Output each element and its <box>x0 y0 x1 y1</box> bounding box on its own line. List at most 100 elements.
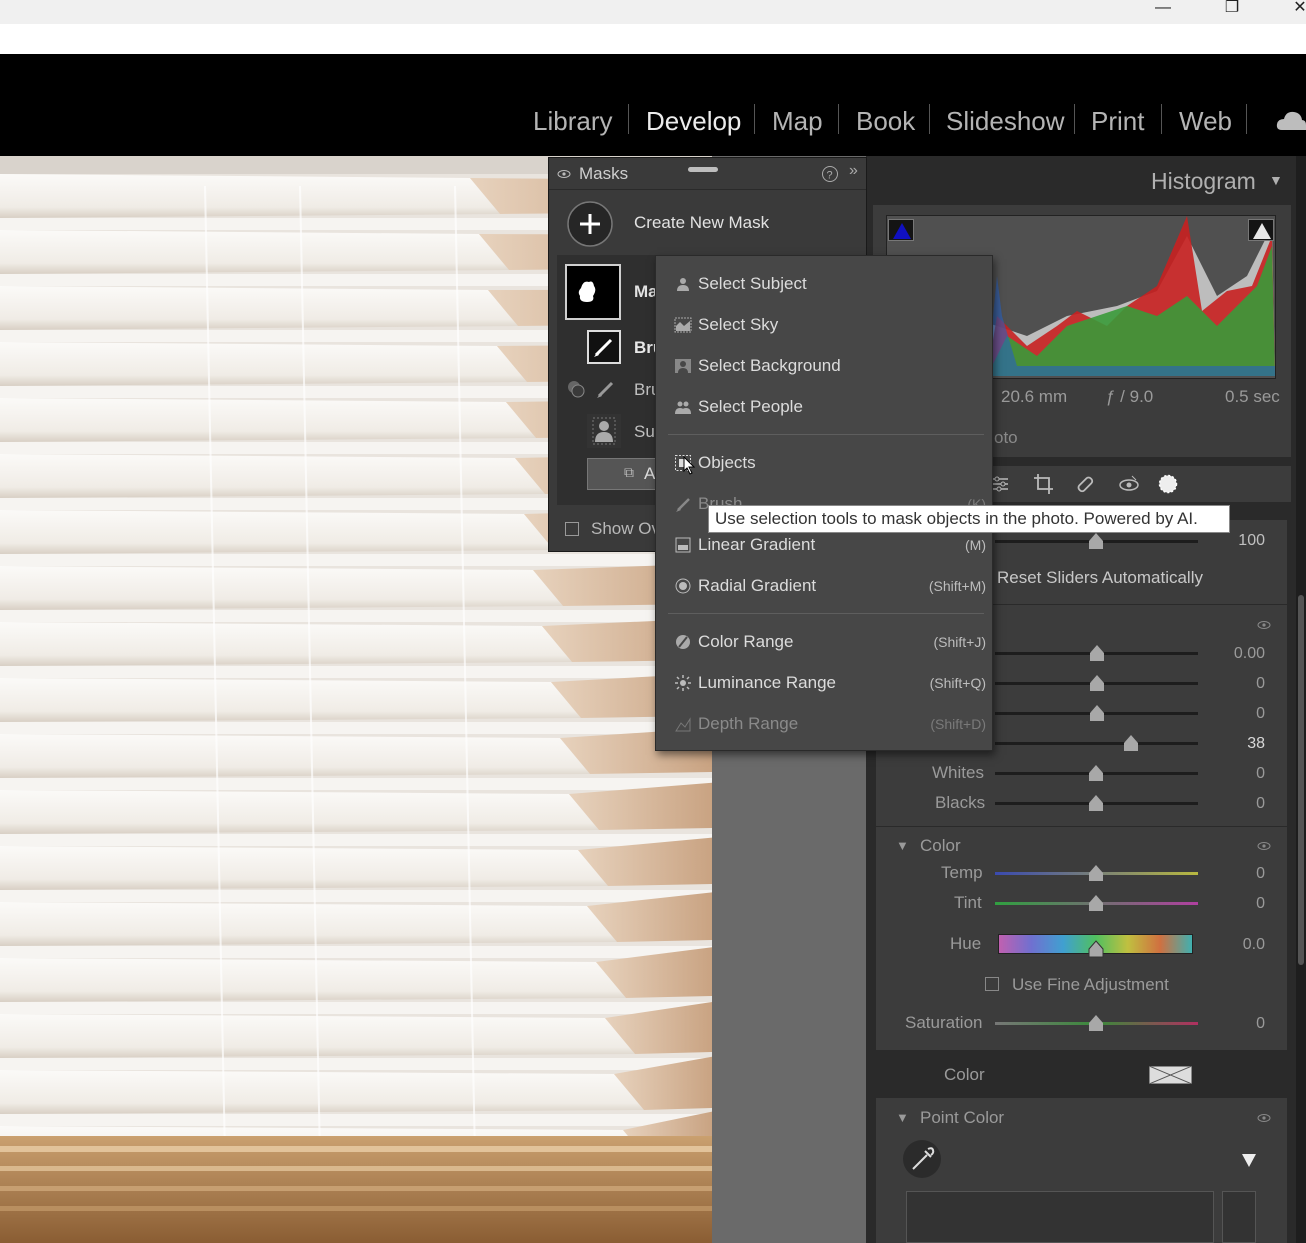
restore-icon[interactable]: ❐ <box>1212 0 1252 18</box>
menu-item-label: Linear Gradient <box>698 535 816 554</box>
fine-adjustment-checkbox[interactable] <box>985 977 999 991</box>
minimize-icon[interactable]: — <box>1143 0 1183 18</box>
light-slider-value[interactable]: 38 <box>1215 735 1265 753</box>
eye-icon[interactable] <box>557 169 571 179</box>
visibility-eye-icon[interactable] <box>1257 1113 1271 1123</box>
reset-sliders-label[interactable]: Reset Sliders Automatically <box>997 568 1203 588</box>
show-overlay-checkbox[interactable] <box>565 522 579 536</box>
light-slider-thumb[interactable] <box>1123 734 1139 752</box>
histogram-title[interactable]: Histogram <box>1151 168 1256 195</box>
highlight-clipping-icon[interactable] <box>1248 219 1274 241</box>
light-slider-value[interactable]: 0 <box>1215 675 1265 693</box>
menu-item-color-range[interactable]: Color Range (Shift+J) <box>674 630 986 656</box>
light-slider-value[interactable]: 0 <box>1215 705 1265 723</box>
color-swatch-icon[interactable] <box>1149 1066 1192 1084</box>
blind-gap <box>0 778 712 790</box>
healing-icon[interactable] <box>1075 474 1095 494</box>
amount-slider-thumb[interactable] <box>1088 532 1104 550</box>
red-eye-icon[interactable] <box>1118 474 1140 494</box>
histogram-collapse-icon[interactable]: ▼ <box>1269 172 1283 188</box>
menu-item-label: Radial Gradient <box>698 576 817 595</box>
blind-gap <box>0 722 712 734</box>
menu-divider <box>668 434 984 435</box>
edit-sliders-icon[interactable] <box>990 474 1010 494</box>
fine-adjustment-label[interactable]: Use Fine Adjustment <box>1012 975 1169 995</box>
module-library[interactable]: Library <box>533 106 612 137</box>
brush-icon <box>594 338 613 357</box>
tint-slider-thumb[interactable] <box>1088 894 1104 912</box>
subtract-icon[interactable] <box>565 378 587 400</box>
point-color-add[interactable] <box>1222 1191 1256 1243</box>
whites-value[interactable]: 0 <box>1215 765 1265 783</box>
light-slider-value[interactable]: 0.00 <box>1215 645 1265 663</box>
blind-slat <box>0 846 608 890</box>
subject-component-thumb[interactable] <box>587 414 621 448</box>
saturation-slider-thumb[interactable] <box>1088 1014 1104 1032</box>
create-mask-label[interactable]: Create New Mask <box>634 213 769 233</box>
module-develop[interactable]: Develop <box>646 106 741 137</box>
light-slider-thumb[interactable] <box>1089 674 1105 692</box>
point-color-swatches[interactable] <box>906 1191 1214 1243</box>
menu-item-linear-gradient[interactable]: Linear Gradient (M) <box>674 533 986 559</box>
temp-slider-thumb[interactable] <box>1088 864 1104 882</box>
hue-value[interactable]: 0.0 <box>1215 936 1265 954</box>
brush-component-thumb[interactable] <box>587 330 621 364</box>
window-titlebar: — ❐ ✕ <box>0 0 1306 24</box>
menu-item-shortcut: (M) <box>965 537 986 553</box>
module-book[interactable]: Book <box>856 106 915 137</box>
whites-slider-thumb[interactable] <box>1088 764 1104 782</box>
shadow-clipping-icon[interactable] <box>888 219 914 241</box>
tint-value[interactable]: 0 <box>1215 895 1265 913</box>
light-slider-thumb[interactable] <box>1089 644 1105 662</box>
blind-gap <box>0 946 712 958</box>
blacks-slider-thumb[interactable] <box>1088 794 1104 812</box>
blind-slat <box>0 1070 644 1114</box>
close-icon[interactable]: ✕ <box>1280 0 1306 18</box>
menu-item-select-subject[interactable]: Select Subject <box>674 272 986 298</box>
mask-thumbnail[interactable] <box>565 264 621 320</box>
temp-value[interactable]: 0 <box>1215 865 1265 883</box>
create-mask-button[interactable] <box>566 200 614 248</box>
tint-label: Tint <box>954 893 982 912</box>
blacks-label: Blacks <box>935 793 986 812</box>
light-slider-track[interactable] <box>995 742 1198 745</box>
show-overlay-label[interactable]: Show Ov <box>591 519 660 539</box>
point-color-collapse-icon[interactable]: ▼ <box>896 1110 909 1125</box>
color-range-icon <box>676 635 690 649</box>
module-map[interactable]: Map <box>772 106 823 137</box>
drag-handle[interactable] <box>688 167 718 172</box>
amount-value[interactable]: 100 <box>1215 532 1265 550</box>
scrollbar-thumb[interactable] <box>1298 595 1304 965</box>
menu-item-objects[interactable]: Objects <box>674 451 986 477</box>
crop-icon[interactable] <box>1033 473 1053 495</box>
module-print[interactable]: Print <box>1091 106 1144 137</box>
module-web[interactable]: Web <box>1179 106 1232 137</box>
hue-slider-thumb[interactable] <box>1088 940 1104 958</box>
color-collapse-icon[interactable]: ▼ <box>896 838 909 853</box>
menu-item-select-sky[interactable]: Select Sky <box>674 313 986 339</box>
eyedropper-button[interactable] <box>903 1140 941 1178</box>
menu-item-radial-gradient[interactable]: Radial Gradient (Shift+M) <box>674 574 986 600</box>
exif-shutter: 0.5 sec <box>1225 387 1280 406</box>
module-separator <box>754 104 755 134</box>
color-section-title[interactable]: Color <box>920 836 961 856</box>
chevron-down-icon[interactable] <box>1241 1152 1257 1168</box>
light-slider-thumb[interactable] <box>1089 704 1105 722</box>
visibility-eye-icon[interactable] <box>1257 841 1271 851</box>
visibility-eye-icon[interactable] <box>1257 620 1271 630</box>
blind-slat <box>0 286 518 330</box>
exif-focal-length: 20.6 mm <box>1001 387 1068 406</box>
menu-item-luminance-range[interactable]: Luminance Range (Shift+Q) <box>674 671 986 697</box>
collapse-panel-icon[interactable]: » <box>849 162 858 180</box>
blacks-value[interactable]: 0 <box>1215 795 1265 813</box>
menu-item-label: Objects <box>698 453 756 472</box>
masking-icon[interactable] <box>1157 473 1179 495</box>
menu-item-select-background[interactable]: Select Background <box>674 354 986 380</box>
menu-item-select-people[interactable]: Select People <box>674 395 986 421</box>
cloud-icon[interactable] <box>1276 108 1306 134</box>
point-color-title[interactable]: Point Color <box>920 1108 1004 1128</box>
help-icon[interactable]: ? <box>821 165 839 183</box>
menu-item-depth-range[interactable]: Depth Range (Shift+D) <box>674 712 986 738</box>
saturation-value[interactable]: 0 <box>1215 1015 1265 1033</box>
module-slideshow[interactable]: Slideshow <box>946 106 1065 137</box>
